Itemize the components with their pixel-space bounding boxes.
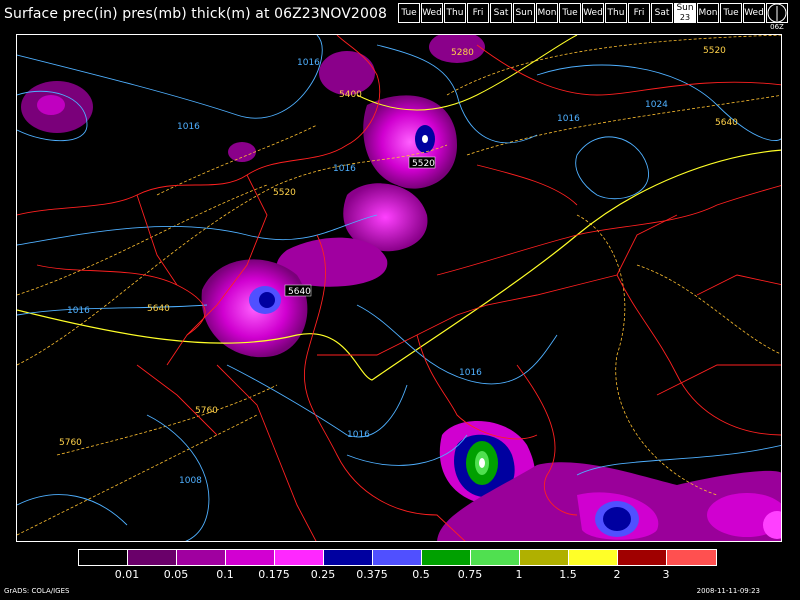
thickness-label: 5520 [273,188,296,198]
legend-swatch [79,550,128,565]
legend-swatch [128,550,177,565]
legend-tick-label: 1 [515,568,523,581]
day-tab[interactable]: Mon [536,3,558,23]
legend-swatch [471,550,520,565]
legend-tick-label: 0.175 [258,568,290,581]
day-tab[interactable]: Sun [513,3,535,23]
day-tab[interactable]: Tue [559,3,581,23]
legend-swatch [520,550,569,565]
day-selector[interactable]: Tue Wed Thu Fri Sat Sun Mon Tue Wed Thu … [398,3,789,23]
legend-tick-label: 0.75 [457,568,483,581]
day-tab[interactable]: Sat [651,3,673,23]
legend-tick-label: 3 [662,568,670,581]
legend-tick-label: 0.05 [163,568,189,581]
day-tab[interactable]: Tue [720,3,742,23]
thickness-label: 5520 [703,46,726,56]
day-tab[interactable]: Thu [444,3,466,23]
day-tab[interactable]: Fri [467,3,489,23]
isobar-label: 1016 [67,306,90,316]
isobar-label: 1016 [347,430,370,440]
day-tab[interactable]: Fri [628,3,650,23]
legend-tick-label: 0.25 [310,568,336,581]
isobar-label: 1016 [297,58,320,68]
isobar-label: 1008 [179,476,202,486]
active-day-number: 23 [679,13,691,22]
boxed-label-5640: 5640 [284,284,312,297]
weather-map: 1016 1016 1016 1016 1016 1016 1008 1024 … [16,34,782,542]
thickness-label: 5760 [195,406,218,416]
day-tab-active[interactable]: Sun 23 [674,3,696,23]
day-tab[interactable]: Wed [421,3,443,23]
legend-tick-label: 0.1 [216,568,234,581]
legend-swatch [422,550,471,565]
day-tab[interactable]: Tue [398,3,420,23]
thickness-label: 5640 [147,304,170,314]
legend-swatch [618,550,667,565]
clock-icon [767,3,787,23]
thickness-label: 5400 [339,90,362,100]
isobar-label: 1016 [333,164,356,174]
day-tab[interactable]: Thu [605,3,627,23]
isobar-label: 1016 [459,368,482,378]
footer-timestamp: 2008-11-11-09:23 [696,587,760,595]
page-title: Surface prec(in) pres(mb) thick(m) at 06… [4,6,387,22]
precip-field [21,35,781,541]
legend-tick-label: 0.5 [412,568,430,581]
legend-swatch [324,550,373,565]
map-canvas: 1016 1016 1016 1016 1016 1016 1008 1024 … [17,35,781,541]
legend-ticks: 0.01 0.05 0.1 0.175 0.25 0.375 0.5 0.75 1 1.5 2 3 [78,568,728,582]
day-tab[interactable]: Wed [582,3,604,23]
day-tab[interactable]: Wed [743,3,765,23]
legend-swatch [373,550,422,565]
svg-text:5640: 5640 [288,287,311,297]
legend-tick-label: 2 [613,568,621,581]
legend-swatch [226,550,275,565]
legend-tick-label: 1.5 [559,568,577,581]
day-tab[interactable]: Mon [697,3,719,23]
thickness-label: 5280 [451,48,474,58]
legend-swatch [275,550,324,565]
legend-swatch [569,550,618,565]
footer-credit: GrADS: COLA/IGES [4,587,70,595]
legend-swatch [667,550,716,565]
legend-tick-label: 0.375 [356,568,388,581]
day-tab[interactable]: Sat [490,3,512,23]
isobar-label: 1016 [177,122,200,132]
clock-label: 06Z [770,23,784,31]
boxed-label-5520: 5520 [408,156,436,169]
legend-swatch [177,550,226,565]
isobar-label: 1024 [645,100,668,110]
legend-tick-label: 0.01 [114,568,140,581]
isobar-label: 1016 [557,114,580,124]
thickness-label: 5760 [59,438,82,448]
thickness-label: 5640 [715,118,738,128]
precip-legend [78,549,717,566]
svg-text:5520: 5520 [412,159,435,169]
